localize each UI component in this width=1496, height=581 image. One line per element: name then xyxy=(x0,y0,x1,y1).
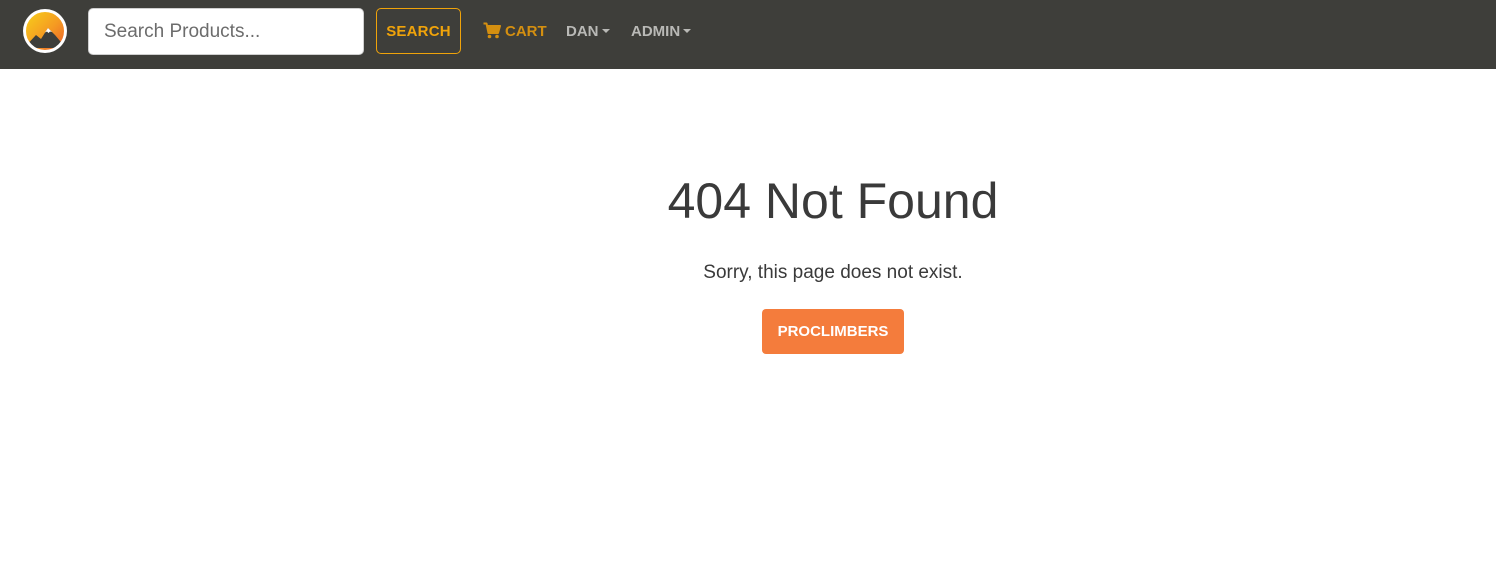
main-content: 404 Not Found Sorry, this page does not … xyxy=(0,69,1496,581)
caret-down-icon xyxy=(601,29,610,33)
user-menu-label: DAN xyxy=(566,23,599,40)
caret-down-icon xyxy=(683,29,692,33)
cart-label: CART xyxy=(505,23,547,40)
top-navbar: SEARCH CART DAN ADMIN xyxy=(0,0,1496,69)
not-found-message: Sorry, this page does not exist. xyxy=(703,262,963,283)
shopping-cart-icon xyxy=(483,22,501,39)
search-button[interactable]: SEARCH xyxy=(376,8,461,54)
mountain-sun-logo-icon[interactable] xyxy=(22,8,68,54)
page-title: 404 Not Found xyxy=(667,173,999,229)
admin-menu-label: ADMIN xyxy=(631,23,681,40)
cart-link[interactable]: CART xyxy=(483,21,547,43)
admin-menu-dropdown[interactable]: ADMIN xyxy=(631,21,692,43)
home-button[interactable]: PROCLIMBERS xyxy=(762,309,904,354)
user-menu-dropdown[interactable]: DAN xyxy=(566,21,610,43)
search-input[interactable] xyxy=(88,8,364,55)
